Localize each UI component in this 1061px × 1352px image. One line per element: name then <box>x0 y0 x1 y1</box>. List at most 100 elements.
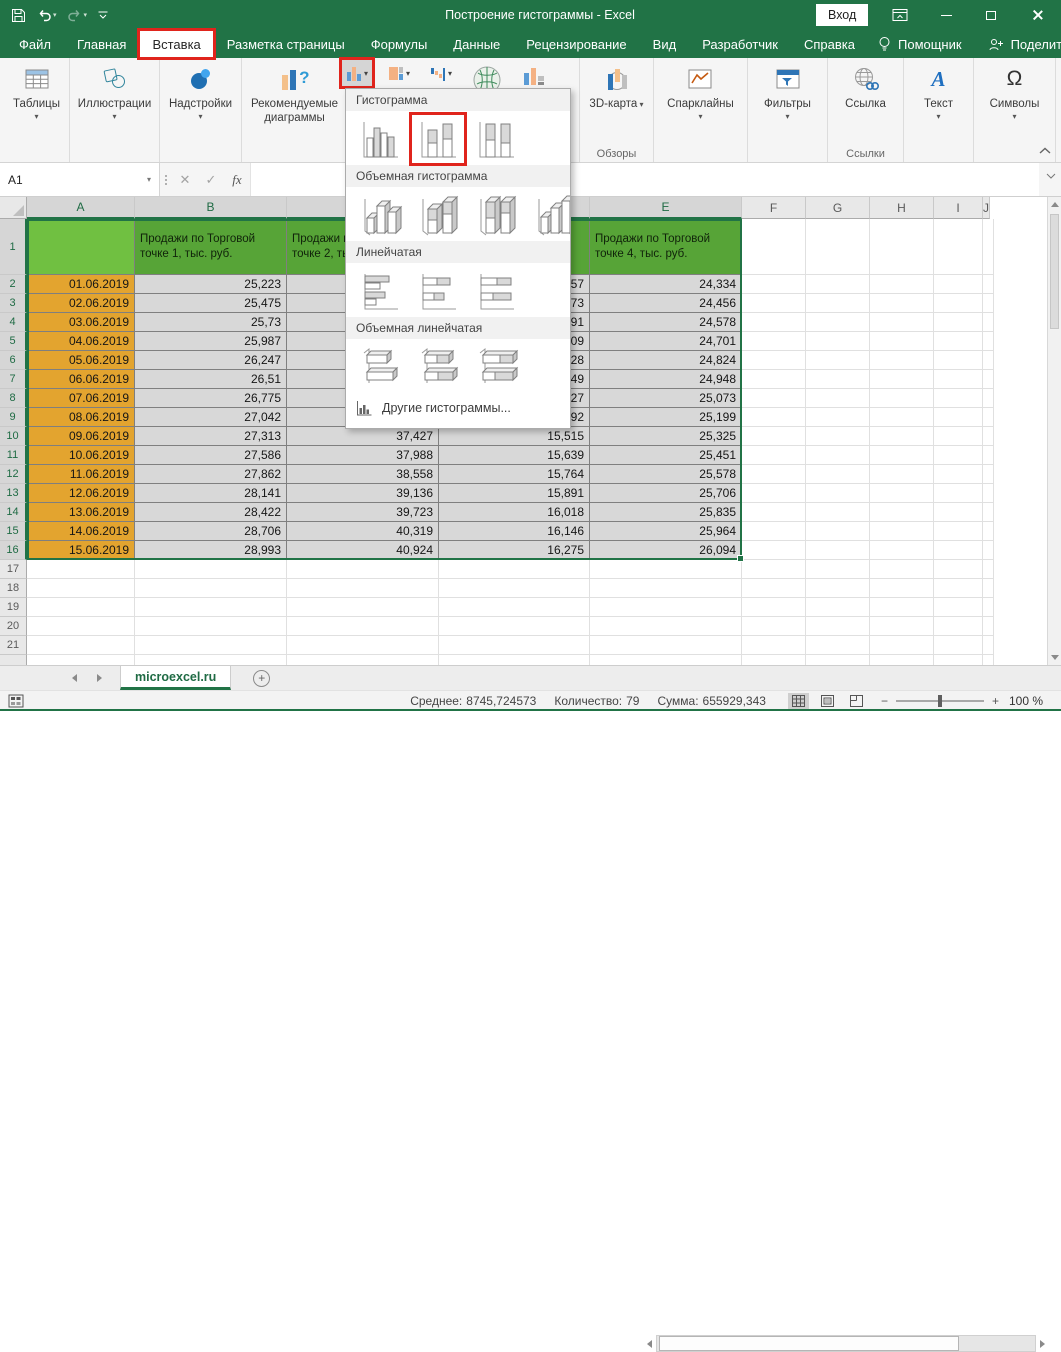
cell-J7[interactable] <box>983 370 994 389</box>
cell-B2[interactable]: 25,223 <box>135 275 287 294</box>
page-break-view-button[interactable] <box>846 693 867 709</box>
cell-D16[interactable]: 16,275 <box>439 541 590 560</box>
cell-I15[interactable] <box>934 522 983 541</box>
cell-I13[interactable] <box>934 484 983 503</box>
cell-I17[interactable] <box>934 560 983 579</box>
zoom-level[interactable]: 100 % <box>1009 694 1043 708</box>
collapse-ribbon-icon[interactable] <box>1039 147 1051 154</box>
cell-H13[interactable] <box>870 484 934 503</box>
cell-E19[interactable] <box>590 598 742 617</box>
cell-A1[interactable] <box>27 219 135 275</box>
chart-type-3d-stacked-column[interactable] <box>414 193 462 237</box>
cell-D19[interactable] <box>439 598 590 617</box>
ribbon-tab-10[interactable]: Справка <box>791 30 868 58</box>
cell-I14[interactable] <box>934 503 983 522</box>
row-header-19[interactable]: 19 <box>0 598 27 617</box>
cell-B21[interactable] <box>135 636 287 655</box>
name-box[interactable]: A1 <box>0 163 160 196</box>
cell-F14[interactable] <box>742 503 806 522</box>
row-header-6[interactable]: 6 <box>0 351 27 370</box>
sparklines-button[interactable]: Спарклайны <box>667 58 734 162</box>
cell-A15[interactable]: 14.06.2019 <box>27 522 135 541</box>
cell-H17[interactable] <box>870 560 934 579</box>
cell-C12[interactable]: 38,558 <box>287 465 439 484</box>
ribbon-tab-2[interactable]: Главная <box>64 30 139 58</box>
cell-I16[interactable] <box>934 541 983 560</box>
cell-E9[interactable]: 25,199 <box>590 408 742 427</box>
cell-F19[interactable] <box>742 598 806 617</box>
minimize-button[interactable] <box>930 0 962 30</box>
cell-G6[interactable] <box>806 351 870 370</box>
cell-E16[interactable]: 26,094 <box>590 541 742 560</box>
row-header-14[interactable]: 14 <box>0 503 27 522</box>
row-header-4[interactable]: 4 <box>0 313 27 332</box>
sign-in-button[interactable]: Вход <box>816 4 868 26</box>
cell-H5[interactable] <box>870 332 934 351</box>
row-header-1[interactable]: 1 <box>0 219 27 275</box>
ribbon-tab-8[interactable]: Вид <box>640 30 690 58</box>
cell-J18[interactable] <box>983 579 994 598</box>
select-all-corner[interactable] <box>0 197 27 219</box>
cell-J20[interactable] <box>983 617 994 636</box>
cell-E21[interactable] <box>590 636 742 655</box>
cell-E10[interactable]: 25,325 <box>590 427 742 446</box>
row-header-10[interactable]: 10 <box>0 427 27 446</box>
cell-F7[interactable] <box>742 370 806 389</box>
cell-I6[interactable] <box>934 351 983 370</box>
cell-D12[interactable]: 15,764 <box>439 465 590 484</box>
cell-E18[interactable] <box>590 579 742 598</box>
cell-I8[interactable] <box>934 389 983 408</box>
cell-F20[interactable] <box>742 617 806 636</box>
sheet-tab-active[interactable]: microexcel.ru <box>120 666 231 690</box>
cell-H3[interactable] <box>870 294 934 313</box>
cell-F3[interactable] <box>742 294 806 313</box>
cell-F16[interactable] <box>742 541 806 560</box>
page-layout-view-button[interactable] <box>817 693 838 709</box>
illustrations-button[interactable]: Иллюстрации <box>78 58 152 162</box>
cell-E1[interactable]: Продажи по Торговой точке 4, тыс. руб. <box>590 219 742 275</box>
cell-G2[interactable] <box>806 275 870 294</box>
chart-type-3d-stacked-100-bar[interactable] <box>472 345 520 389</box>
cell-B3[interactable]: 25,475 <box>135 294 287 313</box>
cell-A17[interactable] <box>27 560 135 579</box>
normal-view-button[interactable] <box>788 693 809 709</box>
cell-F1[interactable] <box>742 219 806 275</box>
cell-E11[interactable]: 25,451 <box>590 446 742 465</box>
zoom-out-icon[interactable]: − <box>881 694 888 708</box>
cell-G3[interactable] <box>806 294 870 313</box>
cell-G13[interactable] <box>806 484 870 503</box>
ribbon-tab-9[interactable]: Разработчик <box>689 30 791 58</box>
cell-A6[interactable]: 05.06.2019 <box>27 351 135 370</box>
row-header-20[interactable]: 20 <box>0 617 27 636</box>
cell-I1[interactable] <box>934 219 983 275</box>
cell-C15[interactable]: 40,319 <box>287 522 439 541</box>
cell-I12[interactable] <box>934 465 983 484</box>
cell-J11[interactable] <box>983 446 994 465</box>
symbols-button[interactable]: Ω Символы <box>990 58 1040 162</box>
addins-button[interactable]: Надстройки <box>169 58 232 162</box>
cell-J4[interactable] <box>983 313 994 332</box>
cell-G1[interactable] <box>806 219 870 275</box>
cell-D10[interactable]: 15,515 <box>439 427 590 446</box>
cell-I5[interactable] <box>934 332 983 351</box>
cell-B17[interactable] <box>135 560 287 579</box>
row-header-[interactable] <box>0 655 27 665</box>
cell-G18[interactable] <box>806 579 870 598</box>
row-header-17[interactable]: 17 <box>0 560 27 579</box>
cell-A8[interactable]: 07.06.2019 <box>27 389 135 408</box>
cell-D18[interactable] <box>439 579 590 598</box>
cell-E14[interactable]: 25,835 <box>590 503 742 522</box>
ribbon-tab-5[interactable]: Формулы <box>358 30 441 58</box>
cell-A11[interactable]: 10.06.2019 <box>27 446 135 465</box>
row-header-18[interactable]: 18 <box>0 579 27 598</box>
cell-G15[interactable] <box>806 522 870 541</box>
column-header-I[interactable]: I <box>934 197 983 219</box>
cell-G8[interactable] <box>806 389 870 408</box>
cell-C19[interactable] <box>287 598 439 617</box>
cell-I10[interactable] <box>934 427 983 446</box>
status-average[interactable]: Среднее:8745,724573 <box>410 694 536 708</box>
cell-I18[interactable] <box>934 579 983 598</box>
cell-J10[interactable] <box>983 427 994 446</box>
cell-D20[interactable] <box>439 617 590 636</box>
cell-A18[interactable] <box>27 579 135 598</box>
